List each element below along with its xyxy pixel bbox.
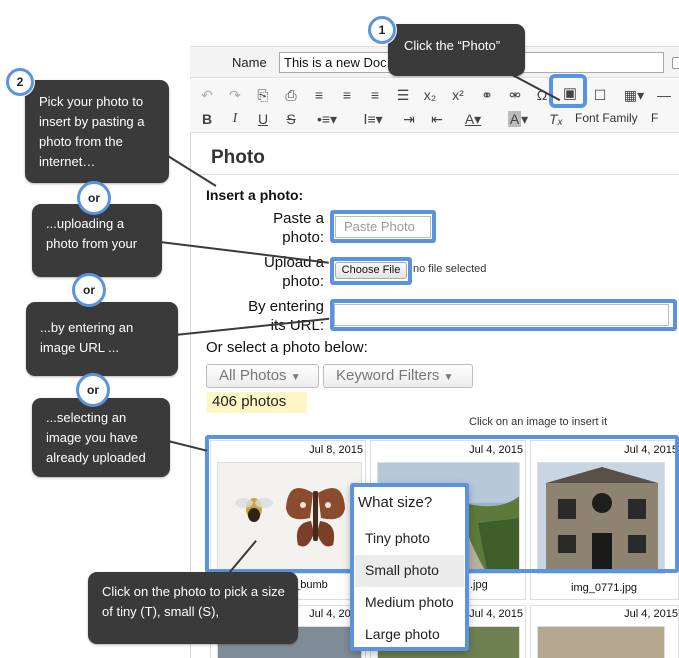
keyword-filters-dropdown[interactable]: Keyword Filters ▼ <box>323 364 473 388</box>
numbered-list-icon[interactable]: Ⅰ≡▾ <box>358 111 388 127</box>
photo-button-highlight <box>549 74 587 108</box>
horizontal-rule-icon[interactable]: — <box>655 87 673 103</box>
url-callout: ...by entering an image URL ... <box>26 302 178 376</box>
step1-badge: 1 <box>368 16 396 44</box>
align-center-icon[interactable]: ≡ <box>338 87 356 103</box>
outdent-icon[interactable]: ⇤ <box>428 111 446 127</box>
justify-icon[interactable]: ☰ <box>394 87 412 103</box>
size-option-medium[interactable]: Medium photo <box>355 587 464 619</box>
table-icon[interactable]: ▦▾ <box>620 87 648 103</box>
upload-label-line2: photo: <box>282 273 324 290</box>
select-below-label: Or select a photo below: <box>206 339 368 356</box>
redo-icon[interactable]: ↷ <box>226 87 244 103</box>
size-popup: What size? Tiny photo Small photo Medium… <box>350 483 469 651</box>
text-color-icon[interactable]: A▾ <box>458 111 488 127</box>
step2-callout: Pick your photo to insert by pasting a p… <box>25 80 169 183</box>
or-badge: or <box>76 373 110 407</box>
name-checkbox[interactable] <box>672 57 679 69</box>
keyword-filters-label: Keyword Filters <box>336 367 440 384</box>
align-left-icon[interactable]: ≡ <box>310 87 328 103</box>
photo-date: Jul 4, 2015 <box>624 608 678 620</box>
align-right-icon[interactable]: ≡ <box>366 87 384 103</box>
strike-icon[interactable]: S <box>282 111 300 127</box>
size-callout: Click on the photo to pick a size of tin… <box>88 572 298 644</box>
paste-label-line2: photo: <box>282 229 324 246</box>
url-label-line1: By entering <box>248 298 324 315</box>
step2-badge: 2 <box>6 68 34 96</box>
font-size-select[interactable]: F <box>651 111 658 125</box>
photo-count-badge: 406 photos <box>207 392 307 413</box>
all-photos-label: All Photos <box>219 367 287 384</box>
chevron-down-icon: ▼ <box>290 372 301 383</box>
paste-photo-label: Paste a photo: <box>240 209 324 247</box>
subscript-icon[interactable]: x₂ <box>421 87 439 103</box>
chevron-down-icon: ▼ <box>443 372 454 383</box>
unlink-icon[interactable]: ⚮ <box>506 87 524 103</box>
photo-filename: img_0771.jpg <box>571 582 638 594</box>
or-badge: or <box>77 181 111 215</box>
select-callout: ...selecting an image you have already u… <box>32 398 170 477</box>
italic-icon[interactable]: I <box>226 111 244 127</box>
upload-photo-highlight <box>330 257 412 285</box>
clear-format-icon[interactable]: Tₓ <box>547 111 565 127</box>
undo-icon[interactable]: ↶ <box>198 87 216 103</box>
all-photos-dropdown[interactable]: All Photos ▼ <box>206 364 319 388</box>
title-divider <box>196 174 679 175</box>
font-family-select[interactable]: Font Family <box>575 111 638 125</box>
insert-photo-label: Insert a photo: <box>206 187 304 203</box>
click-hint-text: Click on an image to insert it <box>469 416 608 428</box>
superscript-icon[interactable]: x² <box>449 87 467 103</box>
paste-photo-highlight <box>330 210 436 243</box>
url-highlight <box>330 299 677 331</box>
paste-icon[interactable]: ⎘ <box>254 87 272 103</box>
bg-color-icon[interactable]: A ▾ <box>503 111 533 127</box>
bullet-list-icon[interactable]: •≡▾ <box>312 111 342 127</box>
bold-icon[interactable]: B <box>198 111 216 127</box>
indent-icon[interactable]: ⇥ <box>400 111 418 127</box>
paste-label-line1: Paste a <box>273 210 324 227</box>
photo-thumbnail[interactable] <box>537 626 665 658</box>
size-option-large[interactable]: Large photo <box>355 619 464 651</box>
size-option-tiny[interactable]: Tiny photo <box>355 523 464 555</box>
size-option-small[interactable]: Small photo <box>355 555 464 587</box>
name-label: Name <box>232 55 267 70</box>
bookmark-icon[interactable]: ☐ <box>591 87 609 103</box>
photo-panel-title: Photo <box>211 147 265 168</box>
size-popup-title: What size? <box>358 494 433 511</box>
no-file-text: no file selected <box>413 263 487 275</box>
paste-text-icon[interactable]: ⎙ <box>282 87 300 103</box>
link-icon[interactable]: ⚭ <box>478 87 496 103</box>
or-badge: or <box>72 273 106 307</box>
photo-filename: .jpg <box>470 579 488 591</box>
step1-callout: Click the “Photo” <box>388 24 525 76</box>
underline-icon[interactable]: U <box>254 111 272 127</box>
upload-callout: ...uploading a photo from your <box>32 204 162 277</box>
